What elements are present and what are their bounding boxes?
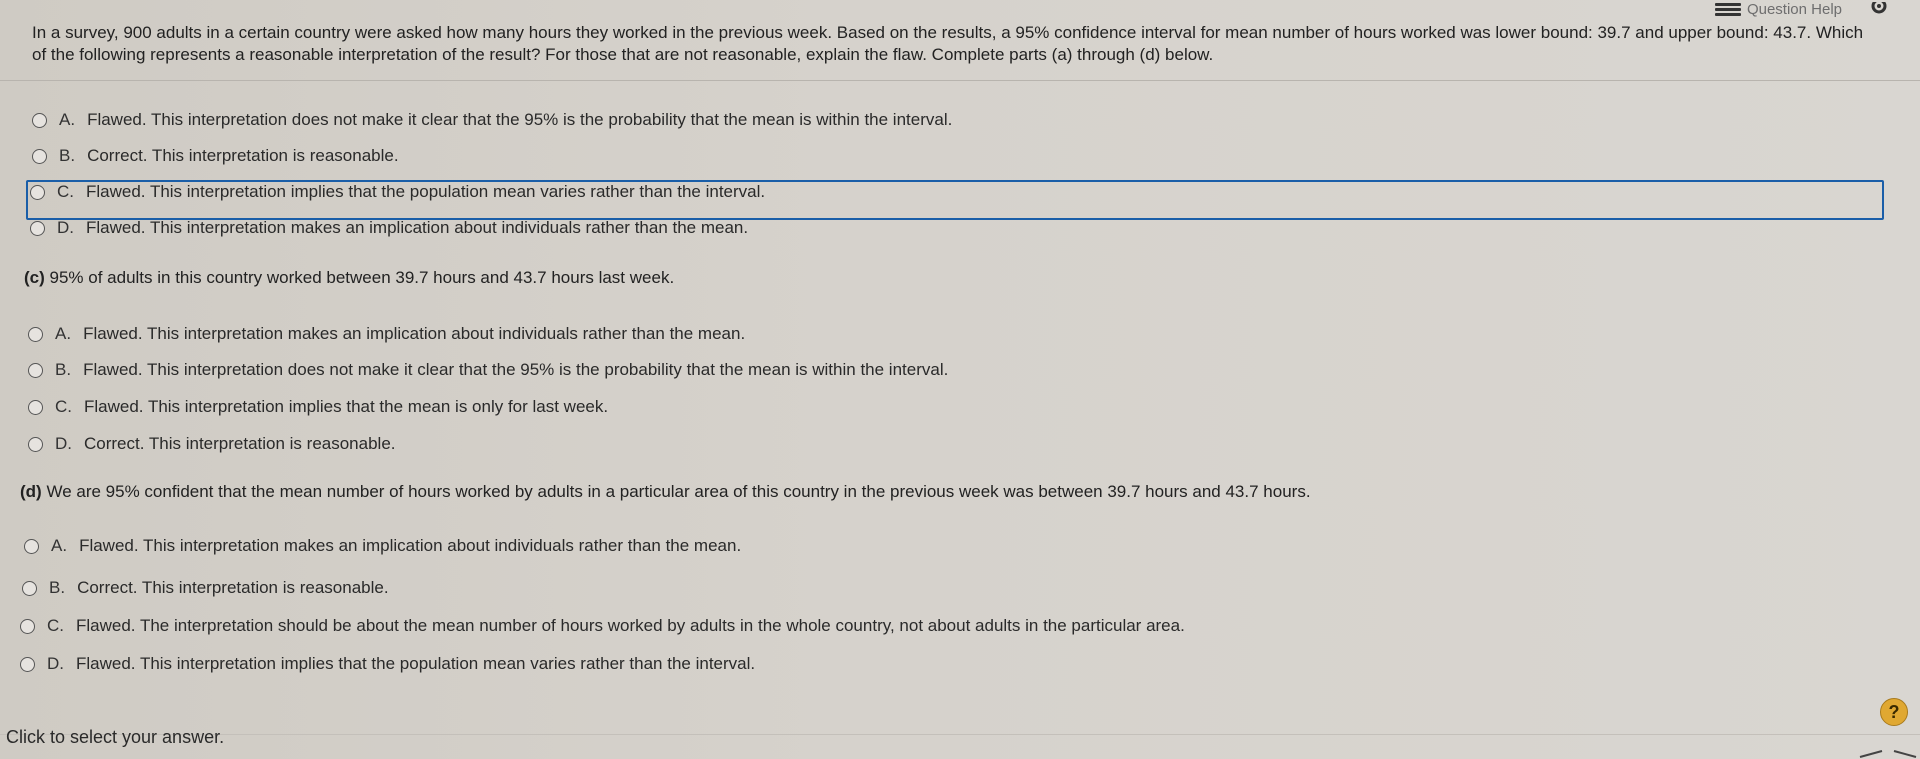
divider bbox=[0, 80, 1920, 81]
option-b-a[interactable]: A. Flawed. This interpretation does not … bbox=[32, 110, 952, 130]
option-b-d[interactable]: D. Flawed. This interpretation makes an … bbox=[30, 218, 748, 238]
footer-instruction: Click to select your answer. bbox=[6, 727, 225, 747]
option-c-c[interactable]: C. Flawed. This interpretation implies t… bbox=[28, 397, 608, 417]
list-icon bbox=[1714, 3, 1741, 16]
option-c-d[interactable]: D. Correct. This interpretation is reaso… bbox=[28, 434, 396, 454]
question-help-button[interactable]: Question Help bbox=[1714, 0, 1842, 18]
help-icon[interactable]: ? bbox=[1880, 698, 1908, 726]
radio-button[interactable] bbox=[20, 618, 35, 634]
question-text: In a survey, 900 adults in a certain cou… bbox=[32, 23, 1864, 64]
part-c-statement: (c) 95% of adults in this country worked… bbox=[24, 268, 675, 287]
option-d-a[interactable]: A. Flawed. This interpretation makes an … bbox=[24, 536, 741, 556]
option-d-d[interactable]: D. Flawed. This interpretation implies t… bbox=[20, 654, 755, 674]
option-b-c[interactable]: C. Flawed. This interpretation implies t… bbox=[30, 182, 765, 202]
option-b-b[interactable]: B. Correct. This interpretation is reaso… bbox=[32, 146, 399, 166]
top-bar: Question Help bbox=[1714, 0, 1890, 18]
option-d-b[interactable]: B. Correct. This interpretation is reaso… bbox=[22, 578, 389, 598]
page: Question Help In a survey, 900 adults in… bbox=[0, 0, 1920, 759]
question-help-label: Question Help bbox=[1746, 0, 1842, 18]
radio-button[interactable] bbox=[24, 538, 39, 554]
navigation-arrow-icon[interactable] bbox=[1850, 745, 1920, 759]
radio-button[interactable] bbox=[28, 326, 43, 342]
footer-divider bbox=[0, 734, 1920, 735]
radio-button[interactable] bbox=[20, 656, 35, 672]
option-c-b[interactable]: B. Flawed. This interpretation does not … bbox=[28, 360, 948, 380]
radio-button[interactable] bbox=[28, 436, 43, 452]
option-c-a[interactable]: A. Flawed. This interpretation makes an … bbox=[28, 324, 745, 344]
option-d-c[interactable]: C. Flawed. The interpretation should be … bbox=[20, 616, 1185, 636]
radio-button[interactable] bbox=[30, 220, 45, 236]
gear-icon[interactable] bbox=[1868, 2, 1890, 16]
part-d-statement: (d) We are 95% confident that the mean n… bbox=[20, 482, 1311, 501]
radio-button[interactable] bbox=[28, 362, 43, 378]
radio-button[interactable] bbox=[32, 112, 47, 128]
radio-button[interactable] bbox=[30, 184, 45, 200]
radio-button[interactable] bbox=[32, 148, 47, 164]
radio-button[interactable] bbox=[28, 399, 43, 415]
radio-button[interactable] bbox=[22, 580, 37, 596]
